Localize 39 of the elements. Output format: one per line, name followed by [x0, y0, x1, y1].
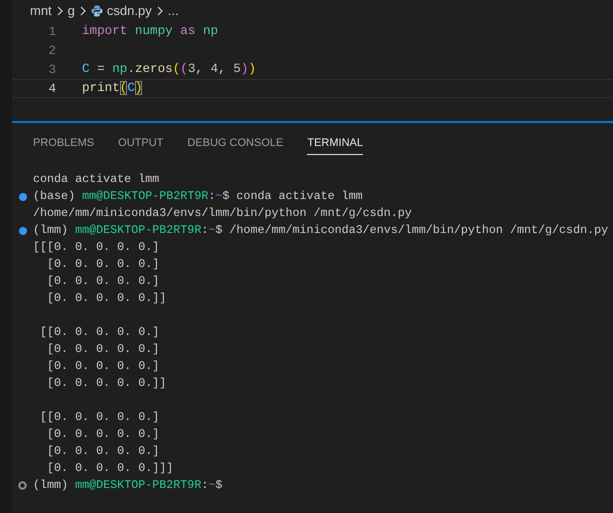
- terminal-line: [[0. 0. 0. 0. 0.]: [39, 410, 160, 425]
- code-line: import numpy as np: [82, 24, 218, 39]
- chevron-icon: [156, 6, 164, 16]
- code-line: print(C): [82, 81, 142, 96]
- terminal-line: [0. 0. 0. 0. 0.]: [46, 427, 160, 442]
- terminal-line: [0. 0. 0. 0. 0.]: [46, 359, 160, 374]
- line-number: 1: [47, 24, 56, 38]
- breadcrumb-more[interactable]: ...: [168, 3, 179, 19]
- command-success-dot[interactable]: [19, 192, 27, 200]
- terminal-line: [[0. 0. 0. 0. 0.]: [39, 325, 160, 340]
- terminal-line: [0. 0. 0. 0. 0.]: [46, 444, 160, 459]
- terminal-line: [0. 0. 0. 0. 0.]: [46, 257, 160, 272]
- python-file-icon: [90, 5, 103, 17]
- terminal-line: /home/mm/miniconda3/envs/lmm/bin/python /mnt/g/csdn.py: [33, 206, 412, 221]
- panel-tab[interactable]: DEBUG CONSOLE: [187, 135, 284, 155]
- line-number: 2: [47, 44, 56, 58]
- terminal-line: [0. 0. 0. 0. 0.]: [46, 342, 160, 357]
- panel-tab[interactable]: OUTPUT: [118, 135, 164, 155]
- line-number: 4: [47, 82, 56, 96]
- terminal-line: (base) mm@DESKTOP-PB2RT9R:~$ conda activate lmm: [33, 189, 363, 204]
- chevron-icon: [78, 6, 87, 16]
- line-number: 3: [47, 62, 56, 76]
- terminal-line: (lmm) mm@DESKTOP-PB2RT9R:~$: [33, 478, 222, 493]
- command-pending-circle[interactable]: [18, 481, 27, 490]
- terminal-line: [0. 0. 0. 0. 0.]: [46, 274, 160, 289]
- code-line: C = np.zeros((3, 4, 5)): [82, 62, 256, 77]
- terminal-line: (lmm) mm@DESKTOP-PB2RT9R:~$ /home/mm/miniconda3/envs/lmm/bin/python /mnt/g/csdn.py: [33, 223, 608, 238]
- terminal-line: [[[0. 0. 0. 0. 0.]: [33, 240, 160, 255]
- terminal-line: [0. 0. 0. 0. 0.]]]: [46, 461, 174, 476]
- panel-tab[interactable]: TERMINAL: [307, 135, 363, 155]
- command-success-dot[interactable]: [19, 226, 27, 234]
- breadcrumb-item[interactable]: g: [68, 3, 75, 19]
- chevron-icon: [56, 6, 64, 16]
- breadcrumb-item[interactable]: csdn.py: [106, 3, 152, 19]
- panel-tab[interactable]: PROBLEMS: [33, 135, 94, 155]
- terminal-line: [0. 0. 0. 0. 0.]]: [46, 376, 166, 391]
- terminal-line: conda activate lmm: [33, 172, 160, 187]
- breadcrumb-item[interactable]: mnt: [30, 3, 52, 19]
- terminal-line: [0. 0. 0. 0. 0.]]: [46, 291, 166, 306]
